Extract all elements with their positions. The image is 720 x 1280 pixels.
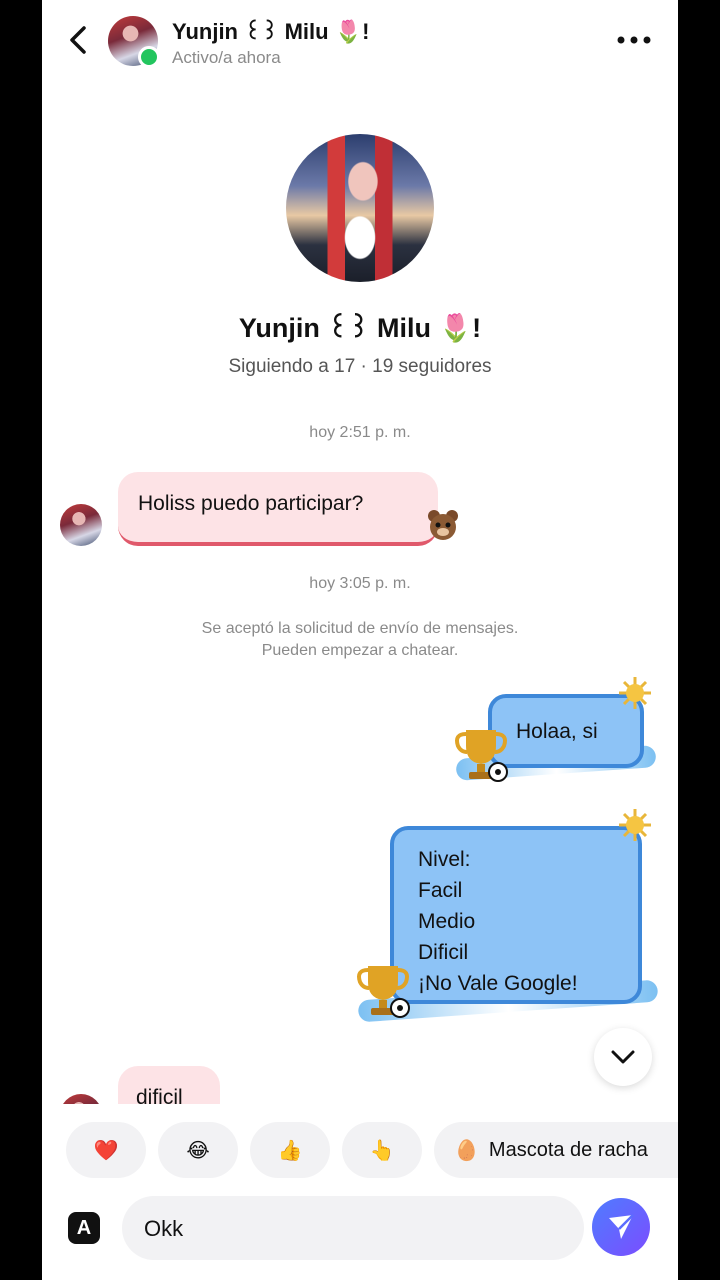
profile-name: Yunjin ꒰꒱ Milu 🌷!: [238, 313, 482, 343]
header-activity-status: Activo/a ahora: [172, 48, 281, 67]
chevron-left-icon: [70, 26, 86, 54]
quick-reaction-heart[interactable]: ❤️: [66, 1122, 146, 1178]
timestamp: hoy 3:05 p. m.: [309, 575, 411, 592]
sun-icon: [619, 677, 651, 709]
bear-sticker-icon: [428, 510, 458, 540]
header-contact-name[interactable]: Yunjin ꒰꒱ Milu 🌷!: [172, 16, 369, 45]
quick-reaction-point-up[interactable]: 👆: [342, 1122, 422, 1178]
trophy-icon: [357, 966, 410, 1018]
chat-header: Yunjin ꒰꒱ Milu 🌷! Activo/a ahora: [42, 0, 678, 84]
system-message-line: Se aceptó la solicitud de envío de mensa…: [201, 620, 519, 637]
sender-avatar[interactable]: [60, 504, 102, 546]
quick-reactions-bar: ❤️ 😂 👍 👆 🥚 Mascota de racha: [42, 1104, 678, 1194]
outgoing-message[interactable]: Nivel: Facil Medio Dificil ¡No Vale Goog…: [390, 826, 642, 1004]
streak-pet-button[interactable]: 🥚 Mascota de racha: [434, 1122, 678, 1178]
streak-pet-label: Mascota de racha: [488, 1138, 648, 1161]
system-message-line: Pueden empezar a chatear.: [261, 642, 459, 659]
quick-reaction-thumbs-up[interactable]: 👍: [250, 1122, 330, 1178]
point-up-icon: 👆: [369, 1139, 395, 1162]
message-line: Nivel:: [418, 848, 471, 871]
message-line: Medio: [418, 910, 476, 933]
message-line: Dificil: [418, 941, 469, 964]
egg-icon: 🥚: [454, 1139, 479, 1162]
laughing-face-icon: 😂: [186, 1139, 210, 1162]
scroll-to-bottom-button[interactable]: [594, 1028, 652, 1086]
send-icon: [609, 1214, 634, 1239]
timestamp: hoy 2:51 p. m.: [309, 424, 411, 441]
message-line: ¡No Vale Google!: [418, 972, 578, 995]
incoming-message[interactable]: Holiss puedo participar?: [118, 472, 438, 546]
thumbs-up-icon: 👍: [277, 1139, 303, 1162]
message-line: Facil: [418, 879, 463, 902]
system-message: Se aceptó la solicitud de envío de mensa…: [42, 618, 678, 662]
heart-icon: ❤️: [93, 1139, 119, 1162]
message-input[interactable]: [142, 1196, 526, 1262]
back-button[interactable]: [60, 20, 96, 60]
online-status-dot: [138, 46, 160, 68]
chevron-down-icon: [611, 1050, 635, 1064]
profile-avatar[interactable]: [286, 134, 434, 282]
send-button[interactable]: [592, 1198, 650, 1256]
quick-reaction-laugh[interactable]: 😂: [158, 1122, 238, 1178]
message-input-container: [122, 1196, 632, 1262]
profile-follow-stats: Siguiendo a 17 · 19 seguidores: [228, 356, 492, 377]
message-composer: A: [64, 1196, 664, 1262]
chat-screen: Yunjin ꒰꒱ Milu 🌷! Activo/a ahora Yunjin …: [42, 0, 678, 1280]
more-icon: [617, 36, 651, 44]
sun-icon: [619, 809, 651, 841]
text-style-button[interactable]: A: [68, 1212, 100, 1244]
more-options-button[interactable]: [614, 28, 654, 52]
trophy-icon: [455, 730, 508, 782]
